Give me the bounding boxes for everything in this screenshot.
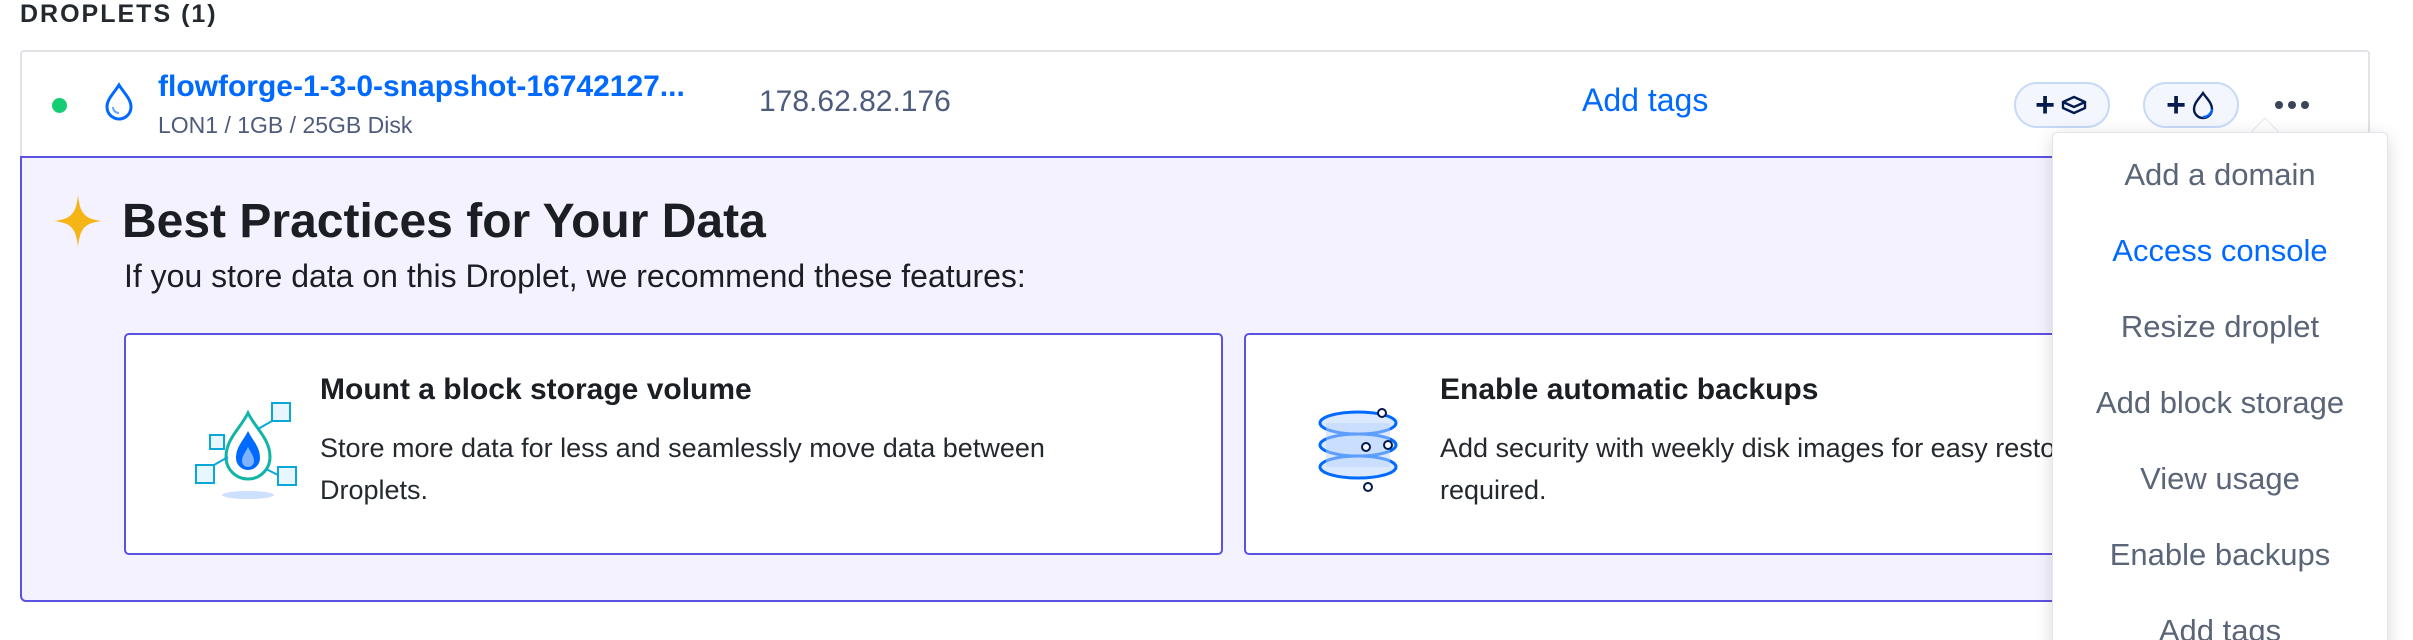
droplet-row[interactable]: flowforge-1-3-0-snapshot-16742127... LON… (20, 50, 2370, 156)
block-storage-card[interactable]: Mount a block storage volume Store more … (124, 333, 1223, 555)
menu-item-add-tags[interactable]: Add tags (2053, 613, 2387, 640)
block-storage-illustration (195, 402, 297, 499)
menu-item-enable-backups[interactable]: Enable backups (2053, 537, 2387, 573)
best-practices-panel: Best Practices for Your Data If you stor… (20, 156, 2370, 602)
sparkle-icon (54, 195, 102, 247)
backups-illustration (1318, 408, 1398, 492)
plus-icon: + (2166, 86, 2186, 124)
add-volume-button[interactable]: + (2014, 82, 2110, 128)
menu-item-add-domain[interactable]: Add a domain (2053, 157, 2387, 193)
droplets-page: DROPLETS (1) flowforge-1-3-0-snapshot-16… (0, 0, 2413, 640)
add-tags-link[interactable]: Add tags (1582, 82, 1708, 119)
card-title: Enable automatic backups (1440, 373, 1819, 406)
add-backup-button[interactable]: + (2143, 82, 2239, 128)
menu-item-add-block-storage[interactable]: Add block storage (2053, 385, 2387, 421)
status-indicator (52, 98, 67, 113)
menu-item-resize-droplet[interactable]: Resize droplet (2053, 309, 2387, 345)
menu-item-access-console[interactable]: Access console (2053, 233, 2387, 269)
card-title: Mount a block storage volume (320, 373, 752, 406)
best-practices-subtitle: If you store data on this Droplet, we re… (124, 258, 1026, 294)
more-horizontal-icon (2275, 101, 2283, 109)
menu-item-view-usage[interactable]: View usage (2053, 461, 2387, 497)
droplet-actions-menu: Add a domain Access console Resize dropl… (2052, 132, 2388, 640)
plus-icon: + (2035, 86, 2055, 124)
best-practices-title: Best Practices for Your Data (122, 195, 766, 248)
backup-icon (2192, 90, 2214, 120)
droplet-name-link[interactable]: flowforge-1-3-0-snapshot-16742127... (158, 70, 685, 104)
section-label: DROPLETS (1) (20, 0, 218, 28)
droplet-spec: LON1 / 1GB / 25GB Disk (158, 112, 413, 138)
card-text: Store more data for less and seamlessly … (320, 433, 1045, 505)
more-options-button[interactable] (2262, 82, 2322, 128)
droplet-ip[interactable]: 178.62.82.176 (759, 85, 951, 119)
volume-icon (2061, 95, 2087, 115)
droplet-icon (105, 82, 133, 121)
